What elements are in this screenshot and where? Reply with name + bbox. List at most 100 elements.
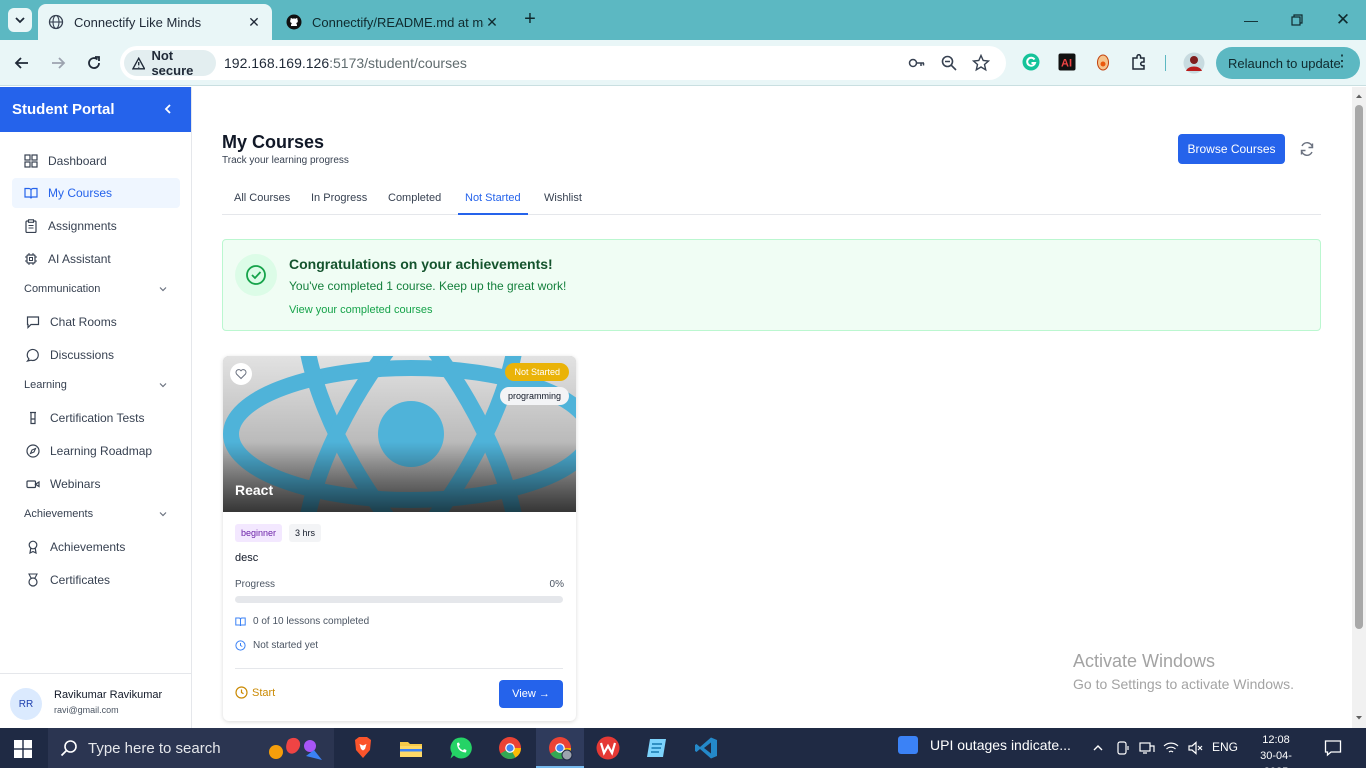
sidebar-section-communication[interactable]: Communication xyxy=(24,283,168,295)
sidebar-item-dashboard[interactable]: Dashboard xyxy=(12,146,180,176)
tab-in-progress[interactable]: In Progress xyxy=(311,192,367,215)
chevron-down-icon xyxy=(159,512,167,517)
new-tab-button[interactable]: + xyxy=(520,9,540,30)
site-security-chip[interactable]: Not secure xyxy=(124,48,216,78)
sidebar-item-assignments[interactable]: Assignments xyxy=(12,211,180,241)
star-icon[interactable] xyxy=(972,54,990,72)
brave-icon[interactable] xyxy=(350,735,376,761)
watermark-subtitle: Go to Settings to activate Windows. xyxy=(1073,676,1294,692)
close-tab-icon[interactable]: ✕ xyxy=(484,14,500,30)
vscode-icon[interactable] xyxy=(693,735,719,761)
language-indicator[interactable]: ENG xyxy=(1212,740,1238,754)
restore-icon xyxy=(1291,14,1303,26)
browser-tab-github[interactable]: Connectify/README.md at mai ✕ xyxy=(276,4,510,40)
notepad-icon[interactable] xyxy=(644,735,670,761)
section-label: Communication xyxy=(24,283,101,295)
adobe-ai-icon[interactable]: AI xyxy=(1058,53,1076,71)
news-icon xyxy=(898,736,918,754)
whatsapp-icon[interactable] xyxy=(448,735,474,761)
profile-avatar-icon[interactable] xyxy=(1183,52,1205,74)
scroll-up-icon[interactable] xyxy=(1352,89,1366,103)
file-explorer-icon[interactable] xyxy=(398,735,424,761)
view-course-button[interactable]: View → xyxy=(499,680,563,708)
taskbar-search[interactable]: Type here to search xyxy=(48,728,334,768)
chrome-profile-icon[interactable] xyxy=(547,735,573,761)
flask-icon xyxy=(30,411,36,425)
refresh-icon[interactable] xyxy=(1299,141,1315,157)
sidebar-item-webinars[interactable]: Webinars xyxy=(12,469,180,499)
sidebar-item-learning-roadmap[interactable]: Learning Roadmap xyxy=(12,436,180,466)
wifi-icon[interactable] xyxy=(1163,740,1179,756)
start-label: Start xyxy=(252,686,276,699)
user-email: ravi@gmail.com xyxy=(54,705,119,715)
avatar: RR xyxy=(10,688,42,720)
message-circle-icon xyxy=(26,348,39,362)
close-tab-icon[interactable]: ✕ xyxy=(246,14,262,30)
address-bar[interactable]: Not secure 192.168.169.126:5173/student/… xyxy=(120,46,1006,80)
grammarly-icon[interactable] xyxy=(1022,53,1040,71)
sidebar-section-achievements[interactable]: Achievements xyxy=(24,508,168,520)
scrollbar-thumb[interactable] xyxy=(1355,105,1363,629)
network-icon[interactable] xyxy=(1139,740,1155,756)
video-icon xyxy=(26,480,40,489)
course-card[interactable]: Not Started programming React beginner 3… xyxy=(223,356,576,721)
browser-tab-active[interactable]: Connectify Like Minds ✕ xyxy=(38,4,272,40)
sidebar-item-ai-assistant[interactable]: AI Assistant xyxy=(12,244,180,274)
tab-all-courses[interactable]: All Courses xyxy=(234,192,290,215)
sidebar-section-learning[interactable]: Learning xyxy=(24,379,168,391)
scroll-down-icon[interactable] xyxy=(1352,711,1366,725)
chevron-left-icon[interactable] xyxy=(161,102,175,116)
sidebar-item-achievements[interactable]: Achievements xyxy=(12,532,180,562)
zoom-icon[interactable] xyxy=(940,54,958,72)
news-widget[interactable]: UPI outages indicate... xyxy=(898,736,1071,754)
windows-start-icon[interactable] xyxy=(14,740,32,758)
sidebar-item-certificates[interactable]: Certificates xyxy=(12,565,180,595)
arrow-right-icon xyxy=(52,57,66,69)
start-course-button[interactable]: Start xyxy=(235,686,275,699)
course-title: React xyxy=(235,482,274,498)
notifications-icon[interactable] xyxy=(1324,739,1342,757)
sidebar-item-chat-rooms[interactable]: Chat Rooms xyxy=(12,307,180,337)
forward-button[interactable] xyxy=(46,51,70,75)
chevron-up-icon[interactable] xyxy=(1092,742,1104,754)
url-text[interactable]: 192.168.169.126:5173/student/courses xyxy=(224,55,467,71)
view-completed-link[interactable]: View your completed courses xyxy=(289,304,432,316)
restore-button[interactable] xyxy=(1274,0,1320,40)
volume-muted-icon[interactable] xyxy=(1187,740,1203,756)
tab-not-started[interactable]: Not Started xyxy=(458,192,528,215)
check-circle-icon xyxy=(235,254,277,296)
start-status-text: Not started yet xyxy=(253,640,319,651)
browse-courses-button[interactable]: Browse Courses xyxy=(1178,134,1285,164)
tab-completed[interactable]: Completed xyxy=(388,192,441,215)
chevron-down-icon xyxy=(15,17,25,24)
user-profile[interactable]: RR Ravikumar Ravikumar ravi@gmail.com xyxy=(0,673,192,728)
system-clock[interactable]: 12:08 30-04-2025 xyxy=(1248,732,1304,780)
course-tabs: All Courses In Progress Completed Not St… xyxy=(222,187,1321,215)
wishlist-heart-button[interactable] xyxy=(230,363,252,385)
section-label: Learning xyxy=(24,379,67,391)
course-description: desc xyxy=(235,552,259,564)
puzzle-icon[interactable] xyxy=(1130,53,1148,71)
browser-toolbar: Not secure 192.168.169.126:5173/student/… xyxy=(0,40,1366,86)
browser-tab-bar: Connectify Like Minds ✕ Connectify/READM… xyxy=(0,0,1366,40)
minimize-button[interactable]: — xyxy=(1228,0,1274,40)
extension-icon[interactable] xyxy=(1094,53,1112,71)
arrow-left-icon xyxy=(14,57,28,69)
lessons-text: 0 of 10 lessons completed xyxy=(253,616,370,627)
chrome-icon[interactable] xyxy=(497,735,523,761)
relaunch-to-update-button[interactable]: Relaunch to update ⋮ xyxy=(1216,47,1360,79)
key-icon[interactable] xyxy=(908,54,926,72)
tab-wishlist[interactable]: Wishlist xyxy=(544,192,582,215)
reload-icon xyxy=(88,56,100,69)
wps-office-icon[interactable] xyxy=(595,735,621,761)
sidebar-item-my-courses[interactable]: My Courses xyxy=(12,178,180,208)
close-window-button[interactable]: ✕ xyxy=(1320,0,1366,40)
sidebar-item-discussions[interactable]: Discussions xyxy=(12,340,180,370)
back-button[interactable] xyxy=(10,51,34,75)
sidebar-item-certification-tests[interactable]: Certification Tests xyxy=(12,403,180,433)
tab-search-button[interactable] xyxy=(8,8,32,32)
mic-icon[interactable] xyxy=(1115,740,1131,756)
reload-button[interactable] xyxy=(82,51,106,75)
page-scrollbar[interactable] xyxy=(1352,87,1366,728)
level-tag: beginner xyxy=(235,524,283,542)
